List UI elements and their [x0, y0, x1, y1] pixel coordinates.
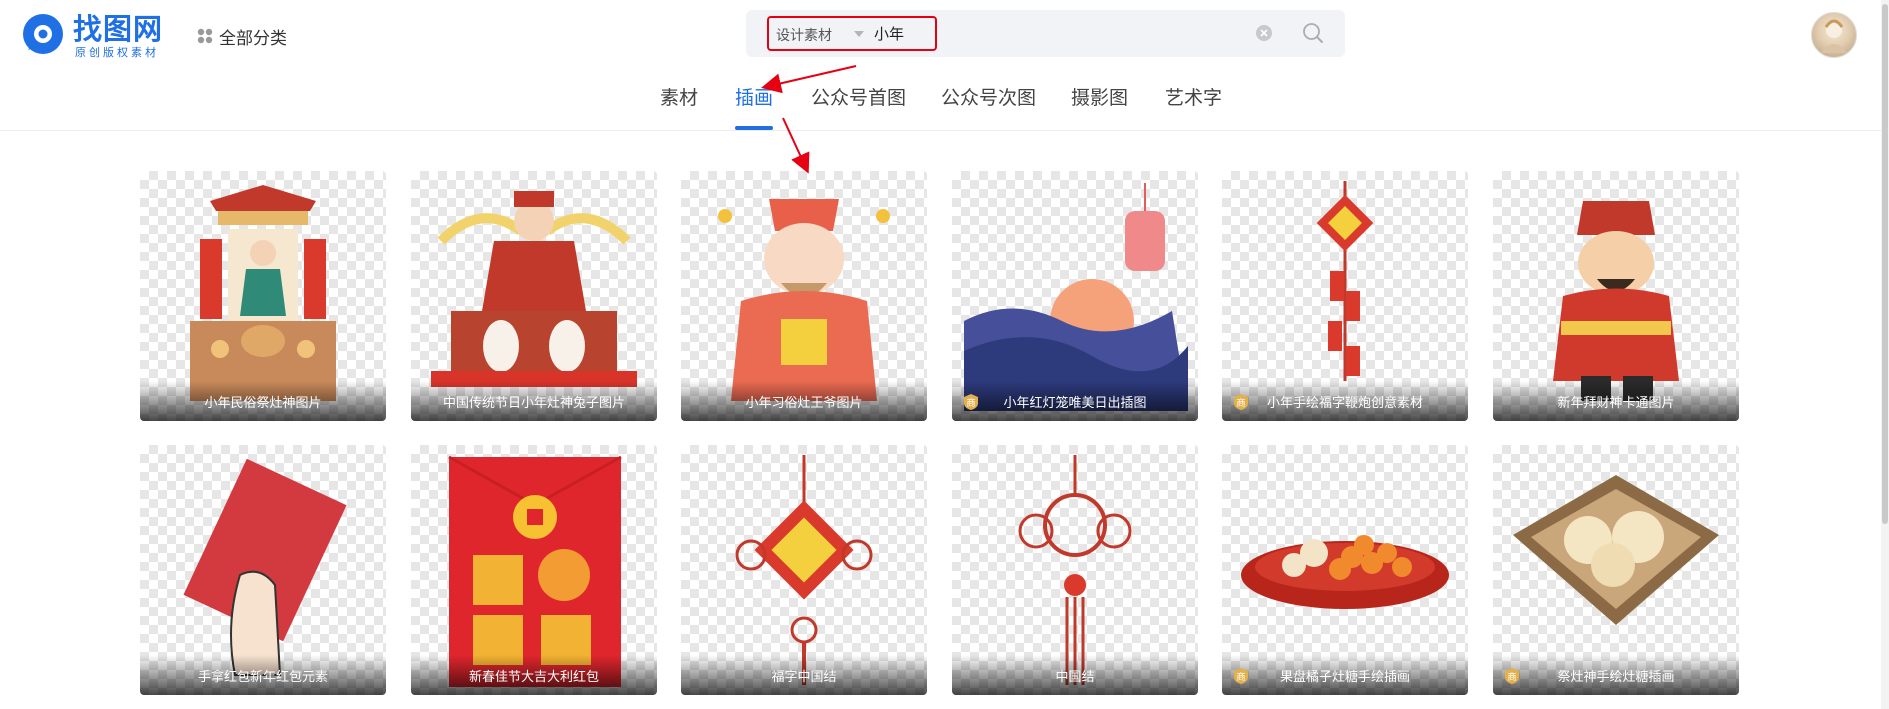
search-input[interactable]: [874, 22, 1274, 44]
all-categories-label: 全部分类: [219, 28, 287, 49]
commercial-badge-icon: 商: [964, 394, 978, 410]
brand-name: 找图网: [73, 12, 164, 46]
svg-text:商: 商: [966, 397, 975, 409]
image-card[interactable]: 中国传统节日小年灶神兔子图片: [411, 171, 657, 421]
card-title: 中国结: [1055, 670, 1095, 685]
scrollbar-thumb[interactable]: [1882, 4, 1888, 524]
scrollbar[interactable]: [1881, 0, 1889, 709]
image-card[interactable]: 手拿红包新年红包元素: [140, 445, 386, 695]
search-type-dropdown[interactable]: 设计素材: [776, 25, 832, 45]
tab-sheyingtu[interactable]: 摄影图: [1071, 84, 1128, 112]
image-card[interactable]: 新年拜财神卡通图片: [1493, 171, 1739, 421]
card-title: 福字中国结: [771, 670, 837, 685]
image-card[interactable]: 小年习俗灶王爷图片: [681, 171, 927, 421]
tab-yishuzi[interactable]: 艺术字: [1165, 84, 1222, 112]
chevron-down-icon[interactable]: [853, 30, 865, 38]
card-title: 小年习俗灶王爷图片: [745, 396, 863, 411]
commercial-badge-icon: 商: [1234, 394, 1248, 410]
site-logo[interactable]: 找图网 原创版权素材: [20, 12, 175, 60]
image-card[interactable]: 新春佳节大吉大利红包: [411, 445, 657, 695]
user-portrait-icon: [1821, 19, 1847, 53]
search-icon[interactable]: [1302, 22, 1324, 44]
tab-gongzhonghao-shoutu[interactable]: 公众号首图: [811, 84, 906, 112]
category-tabs: 素材 插画 公众号首图 公众号次图 摄影图 艺术字: [0, 84, 1889, 130]
svg-text:商: 商: [1236, 397, 1245, 409]
card-title: 手拿红包新年红包元素: [197, 670, 328, 685]
card-title: 果盘橘子灶糖手绘插画: [1279, 670, 1410, 685]
card-title: 新春佳节大吉大利红包: [468, 670, 599, 685]
top-header: 找图网 原创版权素材 全部分类 设计素材 素材: [0, 0, 1889, 131]
svg-text:商: 商: [1507, 671, 1516, 683]
image-card[interactable]: 福字中国结: [681, 445, 927, 695]
card-title: 新年拜财神卡通图片: [1557, 396, 1675, 411]
logo-icon: [23, 14, 63, 54]
search-bar: 设计素材: [746, 10, 1345, 57]
svg-text:商: 商: [1236, 671, 1245, 683]
commercial-badge-icon: 商: [1505, 668, 1519, 684]
image-card[interactable]: 果盘橘子灶糖手绘插画 商: [1222, 445, 1468, 695]
commercial-badge-icon: 商: [1234, 668, 1248, 684]
card-title: 祭灶神手绘灶糖插画: [1557, 670, 1675, 685]
grid-icon: [197, 28, 213, 44]
card-title: 小年红灯笼唯美日出插图: [1003, 396, 1147, 411]
image-card[interactable]: 中国结: [952, 445, 1198, 695]
tab-chahua[interactable]: 插画: [735, 84, 773, 112]
clear-icon[interactable]: [1255, 24, 1273, 42]
image-card[interactable]: 祭灶神手绘灶糖插画 商: [1493, 445, 1739, 695]
active-tab-indicator: [735, 126, 773, 130]
image-card[interactable]: 小年红灯笼唯美日出插图 商: [952, 171, 1198, 421]
brand-slogan: 原创版权素材: [75, 46, 159, 59]
tab-gongzhonghao-citu[interactable]: 公众号次图: [941, 84, 1036, 112]
image-card[interactable]: 小年民俗祭灶神图片: [140, 171, 386, 421]
card-title: 中国传统节日小年灶神兔子图片: [442, 396, 625, 411]
card-title: 小年民俗祭灶神图片: [204, 396, 322, 411]
tab-sucai[interactable]: 素材: [660, 84, 698, 112]
user-avatar[interactable]: [1811, 12, 1857, 58]
all-categories-button[interactable]: 全部分类: [197, 24, 287, 49]
card-title: 小年手绘福字鞭炮创意素材: [1266, 396, 1423, 411]
image-card[interactable]: 小年手绘福字鞭炮创意素材 商: [1222, 171, 1468, 421]
